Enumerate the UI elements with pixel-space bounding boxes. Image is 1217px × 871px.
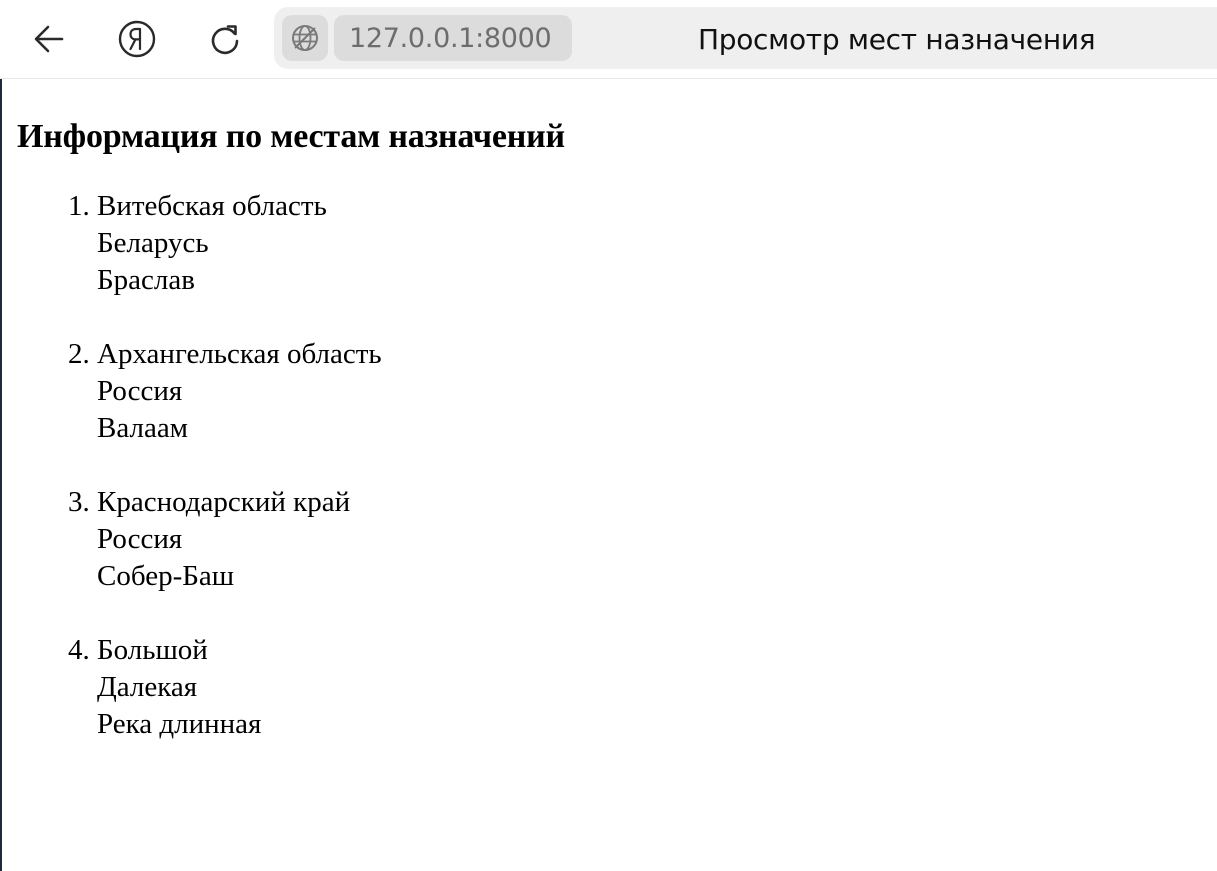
- destination-country: Беларусь: [97, 227, 209, 259]
- tab-title: Просмотр мест назначения: [698, 22, 1096, 56]
- url-text[interactable]: 127.0.0.1:8000: [334, 15, 572, 61]
- page-heading: Информация по местам назначений: [17, 118, 565, 155]
- destination-item: Витебская область Беларусь Браслав: [97, 188, 1197, 299]
- destination-country: Далекая: [97, 671, 198, 703]
- destination-region: Витебская область: [97, 190, 327, 222]
- destination-place: Валаам: [97, 412, 189, 444]
- destination-region: Краснодарский край: [97, 486, 351, 518]
- destination-item: Архангельская область Россия Валаам: [97, 336, 1197, 447]
- window-edge: [0, 0, 2, 871]
- destination-place: Река длинная: [97, 708, 262, 740]
- address-bar[interactable]: 127.0.0.1:8000 Просмотр мест назначения: [274, 7, 1217, 69]
- yandex-logo-icon: [118, 20, 156, 58]
- destination-country: Россия: [97, 523, 183, 555]
- destinations-list: Витебская область Беларусь Браслав Архан…: [17, 188, 1197, 743]
- destination-country: Россия: [97, 375, 183, 407]
- destination-place: Браслав: [97, 264, 195, 296]
- globe-icon: [292, 25, 318, 51]
- destination-item: Большой Далекая Река длинная: [97, 632, 1197, 743]
- yandex-home-button[interactable]: [112, 14, 162, 64]
- destination-region: Архангельская область: [97, 338, 382, 370]
- destination-place: Собер-Баш: [97, 560, 235, 592]
- destination-region: Большой: [97, 634, 208, 666]
- back-button[interactable]: [24, 14, 74, 64]
- destination-item: Краснодарский край Россия Собер-Баш: [97, 484, 1197, 595]
- reload-icon: [211, 25, 239, 55]
- page-content: Информация по местам назначений Витебска…: [17, 112, 1197, 780]
- arrow-left-icon: [34, 25, 64, 53]
- site-info-button[interactable]: [282, 15, 328, 61]
- browser-toolbar: 127.0.0.1:8000 Просмотр мест назначения: [0, 0, 1217, 79]
- reload-button[interactable]: [200, 14, 250, 64]
